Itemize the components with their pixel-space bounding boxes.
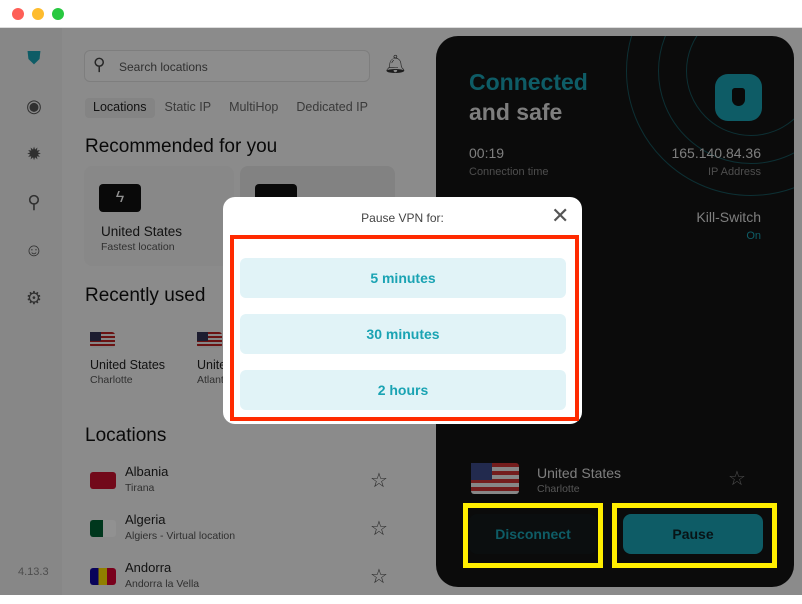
highlight-box-yellow [463,503,603,568]
close-window-button[interactable] [12,8,24,20]
pause-vpn-dialog: Pause VPN for: ✕ 5 minutes 30 minutes 2 … [223,197,582,424]
highlight-box-red [230,235,579,421]
title-bar [0,0,802,28]
minimize-window-button[interactable] [32,8,44,20]
close-icon[interactable]: ✕ [551,203,569,229]
dialog-title: Pause VPN for: [361,211,444,225]
zoom-window-button[interactable] [52,8,64,20]
highlight-box-yellow [612,503,777,568]
